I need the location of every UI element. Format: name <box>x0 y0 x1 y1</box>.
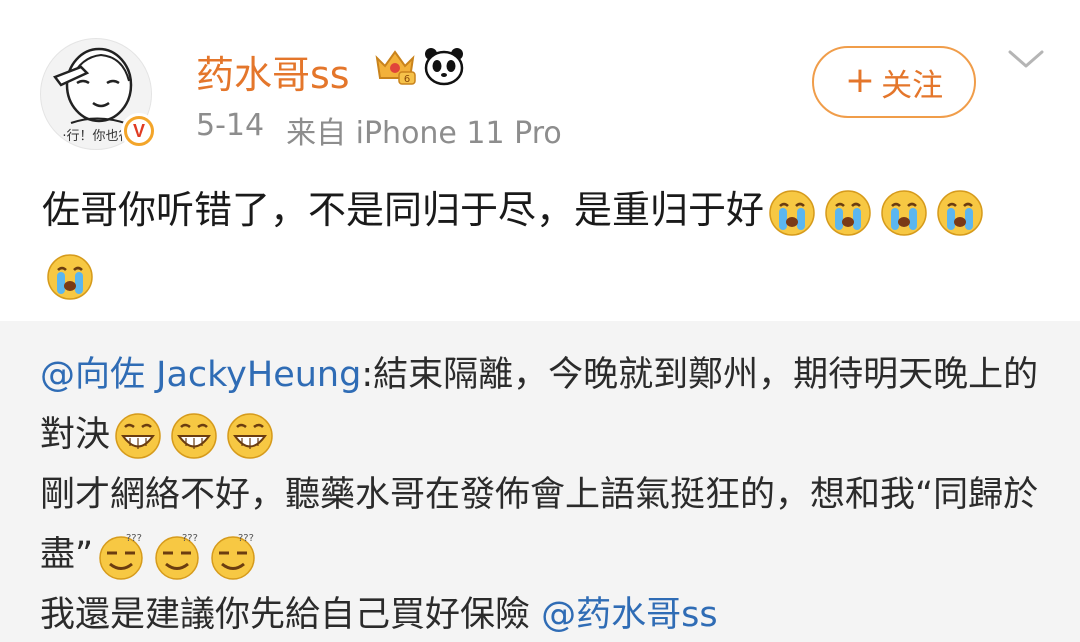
grinning-face-icon <box>113 411 163 461</box>
post-text: 佐哥你听错了，不是同归于尽，是重归于好 <box>42 188 765 232</box>
repost-card[interactable]: @向佐 JackyHeung:結束隔離，今晚就到鄭州，期待明天晚上的對決 剛才網絡… <box>0 321 1080 642</box>
svg-text:6: 6 <box>404 74 410 85</box>
repost-author-link[interactable]: @向佐 JackyHeung <box>40 355 361 395</box>
post-date: 5-14 <box>196 108 265 143</box>
verified-badge-icon: V <box>121 113 157 149</box>
post-source: 来自 iPhone 11 Pro <box>286 116 562 151</box>
username[interactable]: 药水哥ss <box>196 44 350 99</box>
plus-icon: + <box>844 59 876 101</box>
mention-link[interactable]: @药水哥ss <box>541 595 717 635</box>
svg-text:???: ??? <box>238 533 254 544</box>
panda-icon <box>424 48 464 86</box>
post-body: 佐哥你听错了，不是同归于尽，是重归于好 <box>42 178 1042 306</box>
svg-text:???: ??? <box>126 533 142 544</box>
crying-face-icon <box>879 188 929 238</box>
repost-line3: 我還是建議你先給自己買好保險 <box>40 595 542 635</box>
grinning-face-icon <box>225 411 275 461</box>
follow-button[interactable]: + 关注 <box>812 46 976 118</box>
crying-face-icon <box>45 252 95 302</box>
verified-mark: V <box>127 119 151 143</box>
crying-face-icon <box>767 188 817 238</box>
smug-face-icon: ??? <box>96 531 146 581</box>
crying-face-icon <box>935 188 985 238</box>
follow-label: 关注 <box>881 67 944 104</box>
smug-face-icon: ??? <box>152 531 202 581</box>
smug-face-icon: ??? <box>208 531 258 581</box>
crown-member-icon[interactable]: 6 <box>373 46 417 86</box>
svg-text:???: ??? <box>182 533 198 544</box>
post-header: ·行！你也行 V 药水哥ss 6 5-14 来自 iPhone 11 Pro +… <box>0 0 1080 165</box>
crying-face-icon <box>823 188 873 238</box>
grinning-face-icon <box>169 411 219 461</box>
repost-body: @向佐 JackyHeung:結束隔離，今晚就到鄭州，期待明天晚上的對決 剛才網絡… <box>40 345 1050 642</box>
chevron-down-icon[interactable] <box>1006 46 1046 72</box>
post-meta: 5-14 来自 iPhone 11 Pro <box>196 108 562 152</box>
